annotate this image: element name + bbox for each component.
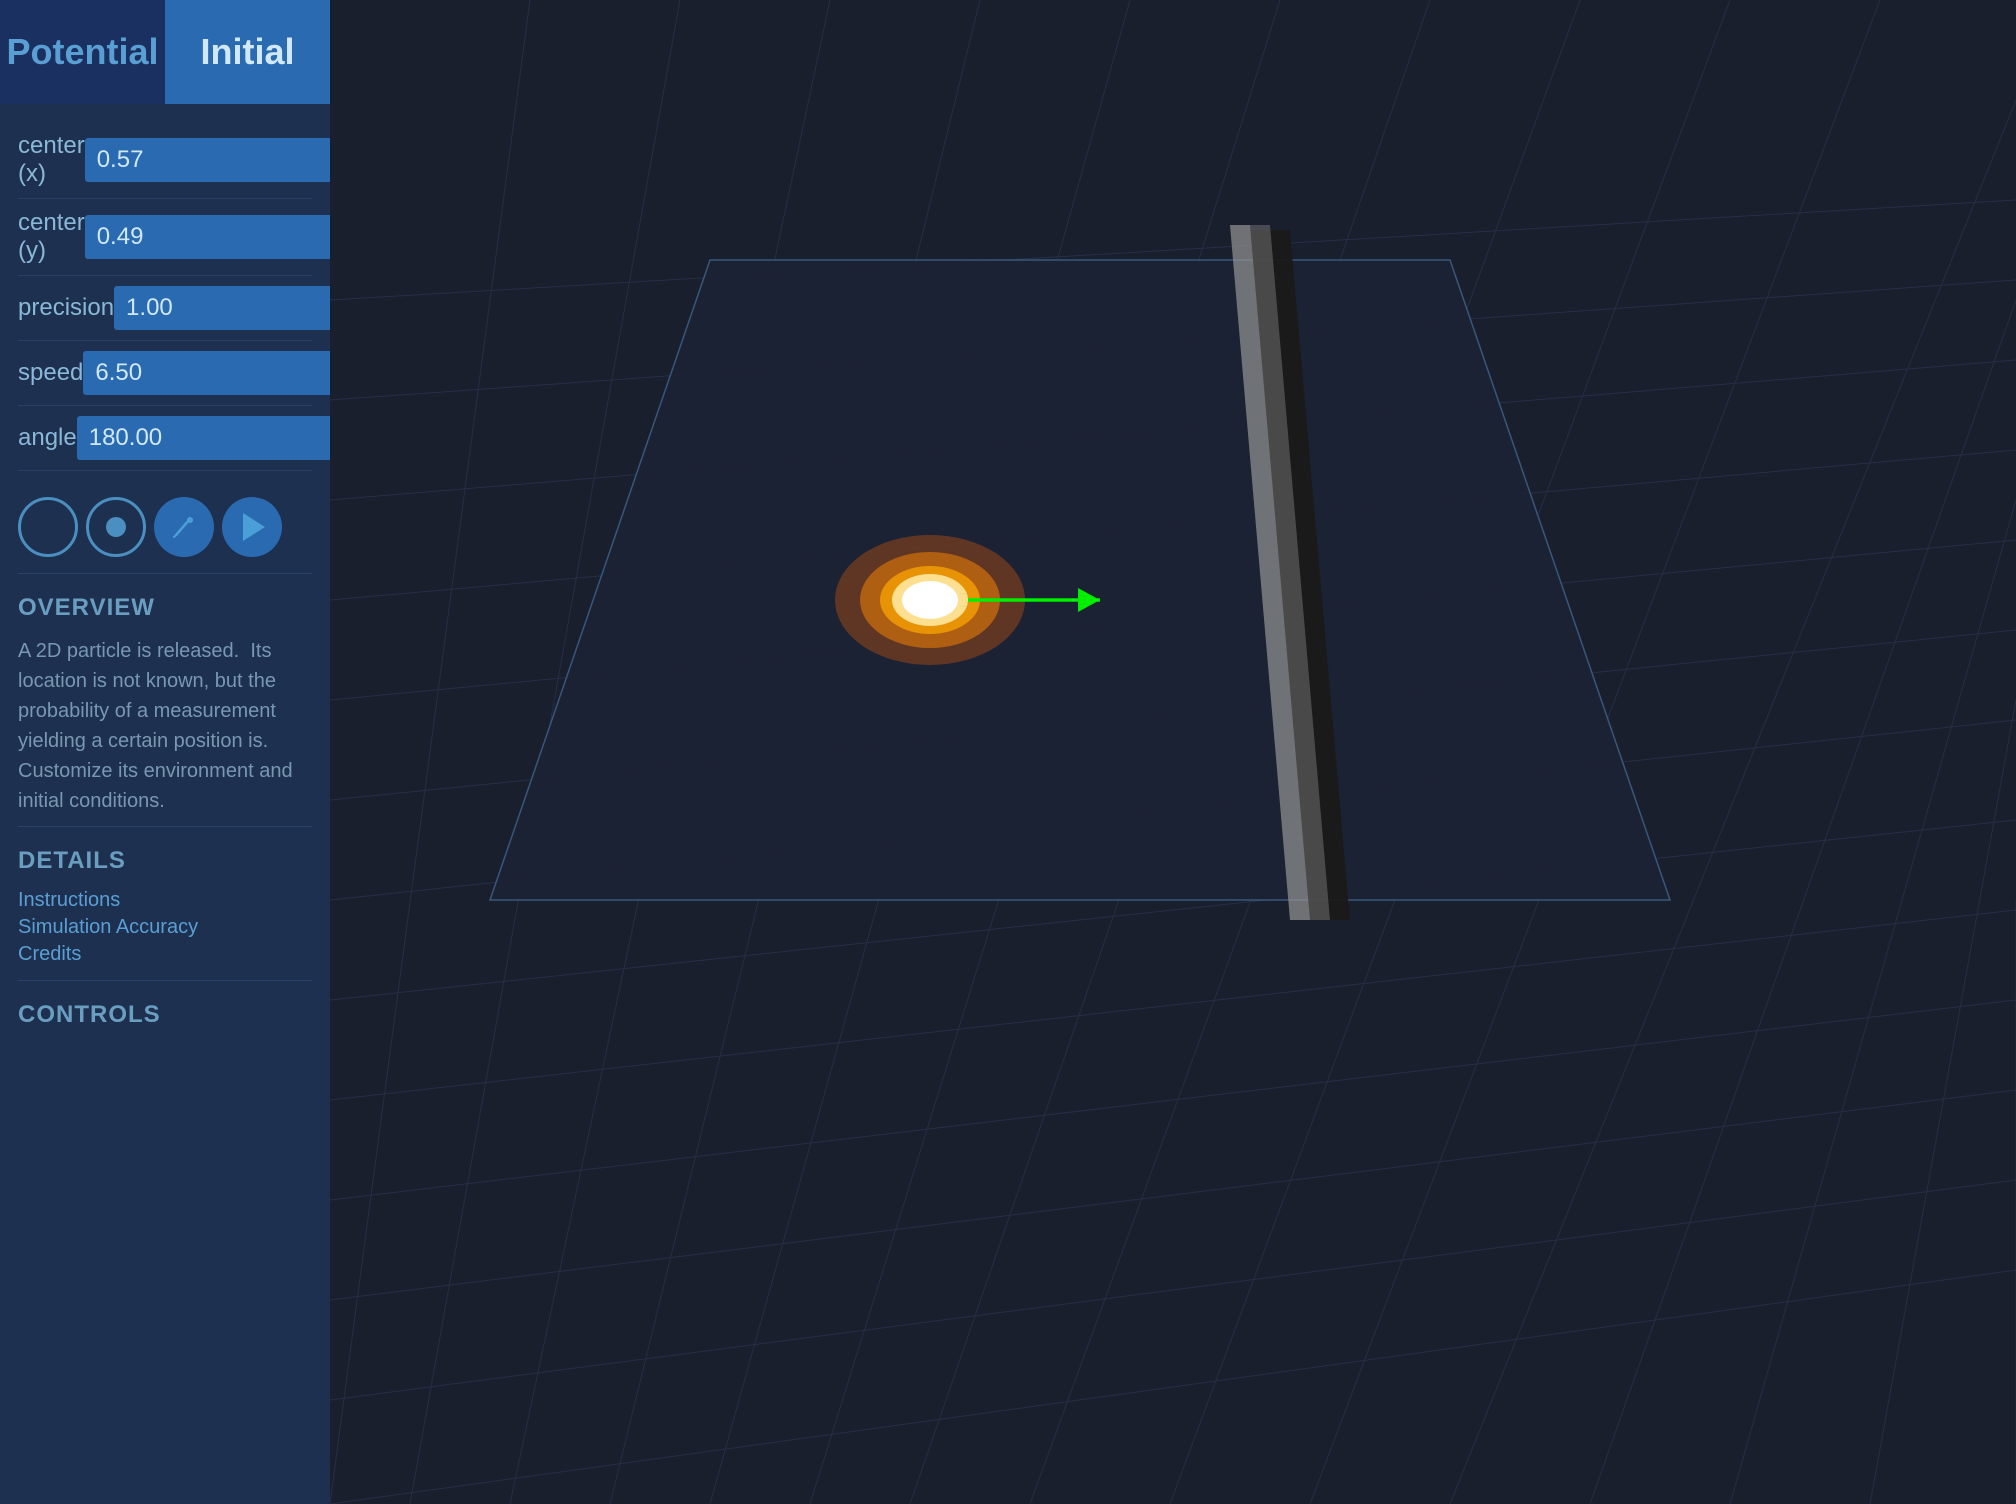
play-button[interactable]: [222, 497, 282, 557]
simulation-accuracy-link[interactable]: Simulation Accuracy: [18, 916, 312, 939]
control-buttons: [0, 481, 330, 573]
main-3d-view[interactable]: [330, 0, 2016, 1504]
tab-potential-label: Potential: [6, 31, 158, 73]
param-label-angle: angle: [18, 424, 77, 452]
param-label-speed: speed: [18, 359, 83, 387]
param-row-center-y: center (y): [18, 199, 312, 276]
controls-title: CONTROLS: [18, 1001, 312, 1029]
credits-link[interactable]: Credits: [18, 943, 312, 966]
sidebar: Potential Initial center (x) center (y) …: [0, 0, 330, 1504]
circle-outline-button[interactable]: [18, 497, 78, 557]
tab-potential[interactable]: Potential: [0, 0, 165, 104]
param-label-center-y: center (y): [18, 209, 85, 265]
param-row-center-x: center (x): [18, 122, 312, 199]
details-section: DETAILS Instructions Simulation Accuracy…: [0, 827, 330, 980]
param-row-speed: speed: [18, 341, 312, 406]
details-title: DETAILS: [18, 847, 312, 875]
controls-section: CONTROLS: [0, 981, 330, 1053]
param-row-angle: angle: [18, 406, 312, 471]
param-label-center-x: center (x): [18, 132, 85, 188]
pencil-icon: [170, 513, 198, 541]
overview-section: OVERVIEW A 2D particle is released. Its …: [0, 574, 330, 826]
param-label-precision: precision: [18, 294, 114, 322]
tab-initial-label: Initial: [200, 31, 294, 73]
instructions-link[interactable]: Instructions: [18, 889, 312, 912]
pencil-button[interactable]: [154, 497, 214, 557]
params-section: center (x) center (y) precision speed an…: [0, 104, 330, 481]
tab-bar: Potential Initial: [0, 0, 330, 104]
play-icon: [243, 513, 265, 541]
param-row-precision: precision: [18, 276, 312, 341]
circle-dot-button[interactable]: [86, 497, 146, 557]
tab-initial[interactable]: Initial: [165, 0, 330, 104]
scene-3d: [330, 0, 2016, 1504]
overview-text: A 2D particle is released. Its location …: [18, 636, 312, 816]
overview-title: OVERVIEW: [18, 594, 312, 622]
